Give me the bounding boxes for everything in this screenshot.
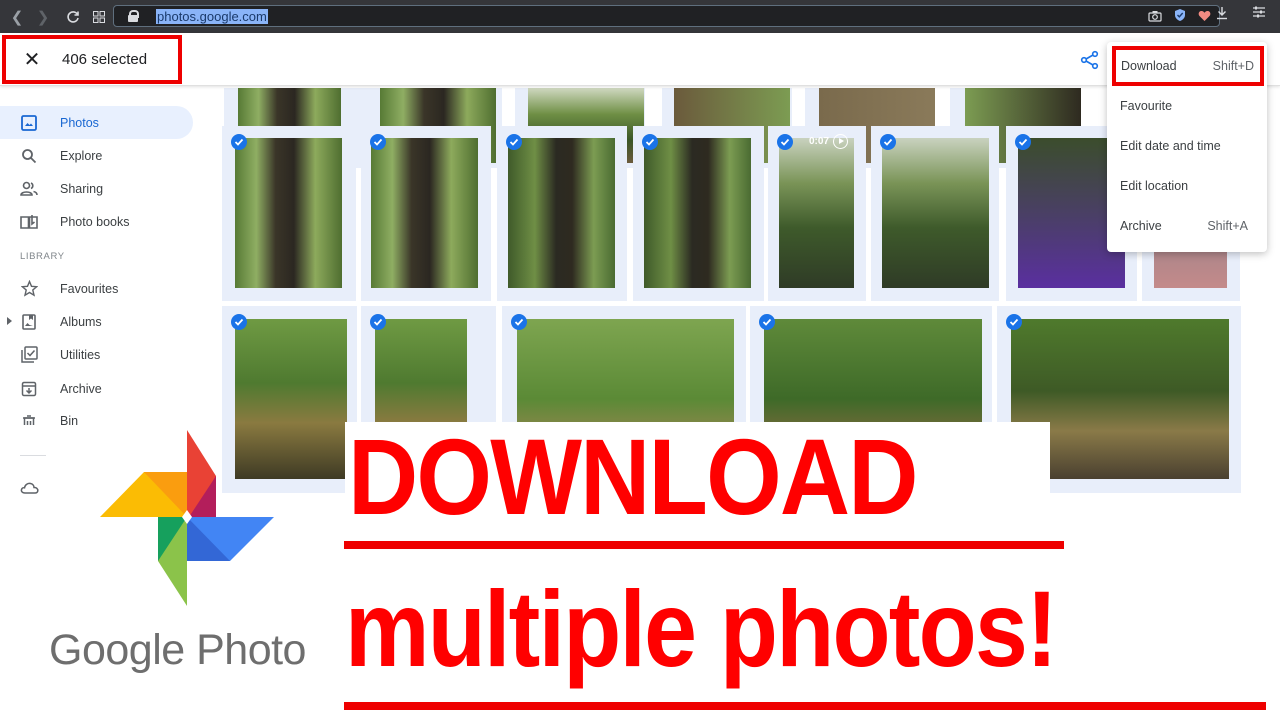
apps-icon[interactable] (86, 4, 112, 30)
sidebar-item-favourites[interactable]: Favourites (0, 272, 193, 305)
menu-item-label: Edit location (1120, 179, 1189, 193)
selected-check-icon[interactable] (370, 134, 386, 150)
sidebar-divider (20, 455, 46, 456)
sidebar-item-label: Sharing (60, 181, 104, 196)
sidebar-item-label: Explore (60, 148, 103, 163)
forward-icon[interactable]: ❯ (30, 4, 56, 30)
menu-item-download[interactable]: Download Shift+D (1112, 46, 1264, 86)
photo-tile[interactable]: 0:07 (768, 126, 866, 301)
address-bar[interactable]: photos.google.com (113, 5, 1220, 27)
sidebar-item-explore[interactable]: Explore (0, 139, 193, 172)
menu-item-label: Edit date and time (1120, 139, 1221, 153)
cloud-icon[interactable] (20, 480, 40, 496)
headline-underline (344, 541, 1064, 549)
selected-check-icon[interactable] (1015, 134, 1031, 150)
photo-thumbnail (371, 138, 478, 288)
menu-item-label: Favourite (1120, 99, 1173, 113)
photo-thumbnail (508, 138, 615, 288)
photo-thumbnail (644, 138, 751, 288)
photo-tile[interactable] (222, 126, 356, 301)
star-icon (20, 280, 38, 298)
library-section-label: LIBRARY (20, 251, 65, 262)
video-duration: 0:07 (809, 134, 848, 149)
back-icon[interactable]: ❮ (4, 4, 30, 30)
camera-icon[interactable] (1148, 9, 1162, 27)
sidebar-item-bin[interactable]: Bin (0, 405, 193, 425)
sidebar-item-label: Utilities (60, 347, 101, 362)
photo-thumbnail (235, 138, 342, 288)
photo-thumbnail (882, 138, 989, 288)
selected-check-icon[interactable] (231, 134, 247, 150)
menu-item-shortcut: Shift+D (1212, 59, 1254, 73)
selection-highlight: ✕ 406 selected (2, 35, 182, 84)
lock-icon (128, 10, 139, 22)
video-duration-text: 0:07 (808, 136, 829, 147)
sidebar-item-label: Archive (60, 381, 102, 396)
menu-item-label: Download (1121, 59, 1177, 73)
browser-toolbar: ❮ ❯ photos.google.com (0, 0, 1280, 33)
selection-context-menu: Download Shift+D Favourite Edit date and… (1107, 42, 1267, 252)
menu-item-edit-date-time[interactable]: Edit date and time (1107, 126, 1267, 166)
menu-item-edit-location[interactable]: Edit location (1107, 166, 1267, 206)
photo-tile[interactable] (633, 126, 764, 301)
selected-check-icon[interactable] (777, 134, 793, 150)
sidebar-item-label: Photos (60, 115, 99, 130)
photo-tile[interactable] (361, 126, 491, 301)
expand-icon[interactable] (7, 317, 12, 325)
people-icon (20, 180, 38, 198)
menu-item-favourite[interactable]: Favourite (1107, 86, 1267, 126)
menu-icon[interactable] (1252, 6, 1266, 23)
google-photos-logo-icon (100, 430, 274, 606)
photo-tile[interactable] (871, 126, 999, 301)
search-icon (20, 147, 38, 165)
menu-item-shortcut: Shift+A (1207, 219, 1248, 233)
utilities-icon (20, 346, 38, 364)
sidebar-item-sharing[interactable]: Sharing (0, 172, 193, 205)
sidebar-item-label: Albums (60, 314, 102, 329)
selected-check-icon[interactable] (880, 134, 896, 150)
headline-underline (344, 702, 1266, 710)
menu-item-label: Archive (1120, 219, 1162, 233)
selection-app-bar: ✕ 406 selected (0, 33, 1280, 86)
headline-download: DOWNLOAD (348, 416, 919, 537)
book-icon (20, 213, 38, 231)
sidebar-item-photos[interactable]: Photos (0, 106, 193, 139)
reload-icon[interactable] (60, 4, 86, 30)
photos-icon (20, 114, 38, 132)
photo-thumbnail (779, 138, 854, 288)
play-icon (833, 134, 848, 149)
selected-check-icon[interactable] (511, 314, 527, 330)
selected-check-icon[interactable] (642, 134, 658, 150)
selection-count: 406 selected (62, 51, 148, 68)
shield-icon[interactable] (1174, 8, 1186, 27)
sidebar-item-label: Bin (60, 414, 79, 425)
photo-tile[interactable] (497, 126, 627, 301)
share-icon[interactable] (1080, 50, 1100, 70)
sidebar-item-label: Favourites (60, 281, 119, 296)
sidebar-item-archive[interactable]: Archive (0, 372, 193, 405)
sidebar-item-utilities[interactable]: Utilities (0, 338, 193, 371)
sidebar-item-photo-books[interactable]: Photo books (0, 205, 193, 238)
logo-text: Google Photo (49, 626, 306, 674)
sidebar-item-albums[interactable]: Albums (0, 305, 193, 338)
selected-check-icon[interactable] (370, 314, 386, 330)
sidebar: Photos Explore Sharing Photo books LIBRA… (0, 86, 222, 426)
album-icon (20, 313, 38, 331)
selected-check-icon[interactable] (231, 314, 247, 330)
heart-icon[interactable] (1198, 9, 1211, 27)
screen: ❮ ❯ photos.google.com 0:07 ✕ 406 selecte… (0, 0, 1280, 720)
trash-icon (20, 414, 38, 425)
selected-check-icon[interactable] (759, 314, 775, 330)
download-icon[interactable] (1216, 6, 1228, 23)
headline-multiple-photos: multiple photos! (345, 568, 1058, 689)
url-text[interactable]: photos.google.com (156, 8, 268, 24)
sidebar-item-label: Photo books (60, 214, 130, 229)
selected-check-icon[interactable] (1006, 314, 1022, 330)
close-icon[interactable]: ✕ (22, 47, 42, 72)
archive-icon (20, 380, 38, 398)
selected-check-icon[interactable] (506, 134, 522, 150)
menu-item-archive[interactable]: Archive Shift+A (1107, 206, 1267, 246)
